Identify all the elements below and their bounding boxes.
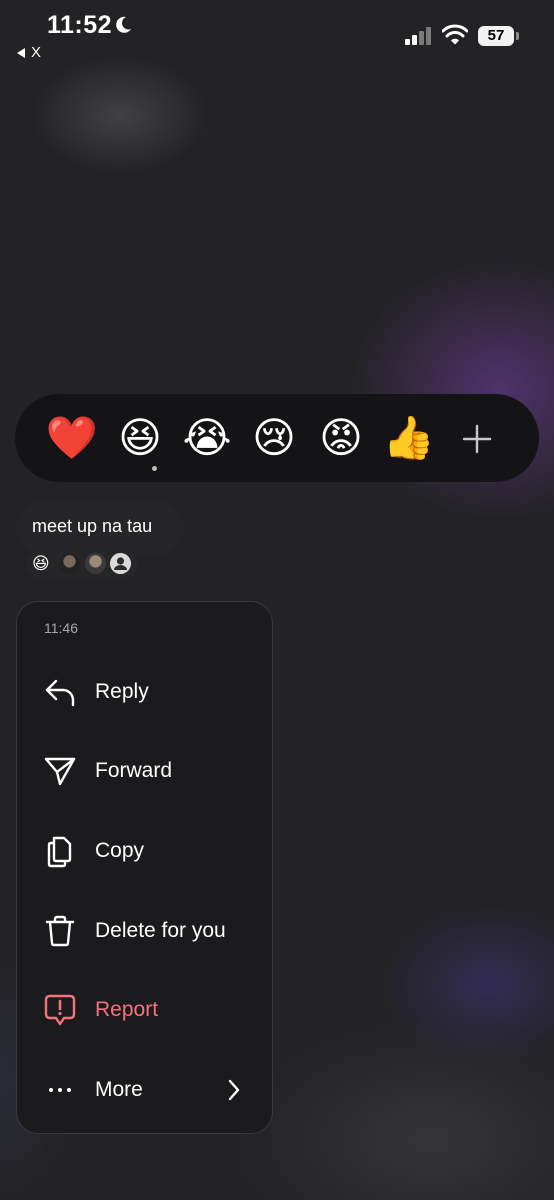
moon-icon [116, 16, 131, 33]
menu-label-report: Report [95, 998, 159, 1021]
message-bubble[interactable]: meet up na tau [16, 501, 184, 555]
trash-icon [45, 915, 75, 947]
message-timestamp: 11:46 [44, 620, 78, 636]
back-triangle-icon [17, 47, 25, 58]
menu-item-more[interactable]: More [17, 1060, 272, 1120]
reply-icon [45, 679, 75, 707]
copy-icon [47, 836, 72, 868]
reaction-red-heart[interactable]: ❤️ [44, 410, 100, 466]
chevron-right-icon [228, 1079, 240, 1101]
selected-reaction-indicator [152, 466, 157, 471]
message-reaction-emoji: 😆 [32, 554, 50, 574]
avatar [85, 553, 106, 574]
report-icon [44, 994, 76, 1026]
message-text: meet up na tau [32, 516, 153, 536]
menu-label-more: More [95, 1078, 143, 1101]
reaction-angry[interactable]: 😡 [313, 410, 369, 466]
reaction-thumbs-up[interactable]: 👍 [381, 410, 437, 466]
menu-item-report[interactable]: Report [17, 980, 272, 1040]
wifi-icon [442, 24, 468, 45]
menu-item-reply[interactable]: Reply [17, 662, 272, 722]
menu-label-delete-for-you: Delete for you [95, 919, 226, 942]
battery-icon: 57 [478, 26, 514, 46]
battery-tip [516, 32, 519, 40]
avatar [110, 553, 131, 574]
menu-item-forward[interactable]: Forward [17, 741, 272, 801]
menu-label-forward: Forward [95, 759, 173, 782]
menu-label-reply: Reply [95, 680, 149, 703]
reaction-crying[interactable]: 😢 [246, 410, 302, 466]
forward-icon [44, 757, 76, 786]
status-time: 11:52 [47, 11, 113, 39]
back-to-app-button[interactable]: X [17, 44, 41, 61]
status-bar: 11:52 X 57 [0, 0, 554, 70]
message-reactions[interactable]: 😆 [26, 549, 138, 579]
menu-item-copy[interactable]: Copy [17, 821, 272, 881]
more-dots-icon [49, 1088, 71, 1092]
reaction-laughing[interactable]: 😆 [112, 410, 168, 466]
message-context-menu: 11:46 Reply Forward Copy Delete for you [16, 601, 273, 1134]
back-app-label: X [31, 44, 42, 61]
menu-item-delete-for-you[interactable]: Delete for you [17, 901, 272, 961]
menu-label-copy: Copy [95, 839, 145, 862]
signal-icon [405, 27, 431, 45]
reaction-loudly-crying[interactable]: 😭 [179, 410, 235, 466]
default-avatar-icon [110, 553, 131, 574]
plus-icon[interactable] [461, 423, 493, 455]
avatar [59, 553, 80, 574]
